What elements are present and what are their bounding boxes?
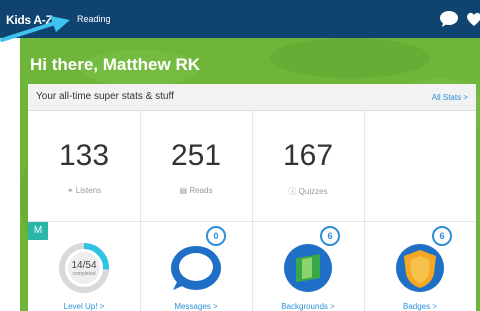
stat-listens: 133 ⚭ Listens xyxy=(28,111,141,221)
question-icon: ⓘ xyxy=(288,187,297,196)
all-stats-link[interactable]: All Stats > xyxy=(432,93,468,102)
book-icon: ▤ xyxy=(179,186,188,195)
progress-text: 14/54 xyxy=(71,260,96,271)
tile-messages[interactable]: 0 Messages > xyxy=(140,222,253,311)
greeting-heading: Hi there, Matthew RK xyxy=(30,55,201,74)
nav-reading-link[interactable]: Reading xyxy=(77,14,111,24)
card-header: Your all-time super stats & stuff All St… xyxy=(28,84,476,111)
stats-card: Your all-time super stats & stuff All St… xyxy=(28,84,476,311)
badges-link[interactable]: Badges > xyxy=(364,302,476,311)
m-badge: M xyxy=(28,222,48,240)
stat-value: 167 xyxy=(282,139,334,172)
tile-badges[interactable]: 6 Badges > xyxy=(364,222,476,311)
badge-shield-icon xyxy=(396,244,444,292)
stat-value: 251 xyxy=(170,139,222,172)
headphones-icon: ⚭ xyxy=(66,186,74,195)
heart-icon[interactable] xyxy=(466,10,480,28)
backgrounds-icon xyxy=(284,244,332,292)
stat-label: Quizzes xyxy=(298,187,328,196)
card-title: Your all-time super stats & stuff xyxy=(36,91,174,102)
level-up-link[interactable]: Level Up! > xyxy=(28,302,140,311)
backgrounds-count-badge: 6 xyxy=(320,226,340,246)
chat-icon[interactable] xyxy=(439,10,459,28)
messages-count-badge: 0 xyxy=(206,226,226,246)
stat-quizzes: 167 ⓘ Quizzes xyxy=(252,111,365,221)
progress-subtext: completed xyxy=(72,271,95,277)
stat-label: Listens xyxy=(75,186,102,195)
stat-empty xyxy=(364,111,476,221)
message-bubble-icon xyxy=(171,246,221,290)
stat-value: 133 xyxy=(58,139,110,172)
top-nav-bar: Kids A-Z Reading xyxy=(0,0,480,38)
stat-reads: 251 ▤ Reads xyxy=(140,111,253,221)
messages-link[interactable]: Messages > xyxy=(140,302,252,311)
backgrounds-link[interactable]: Backgrounds > xyxy=(252,302,364,311)
stat-label: Reads xyxy=(189,186,213,195)
badges-count-badge: 6 xyxy=(432,226,452,246)
tile-backgrounds[interactable]: 6 Backgrounds > xyxy=(252,222,365,311)
